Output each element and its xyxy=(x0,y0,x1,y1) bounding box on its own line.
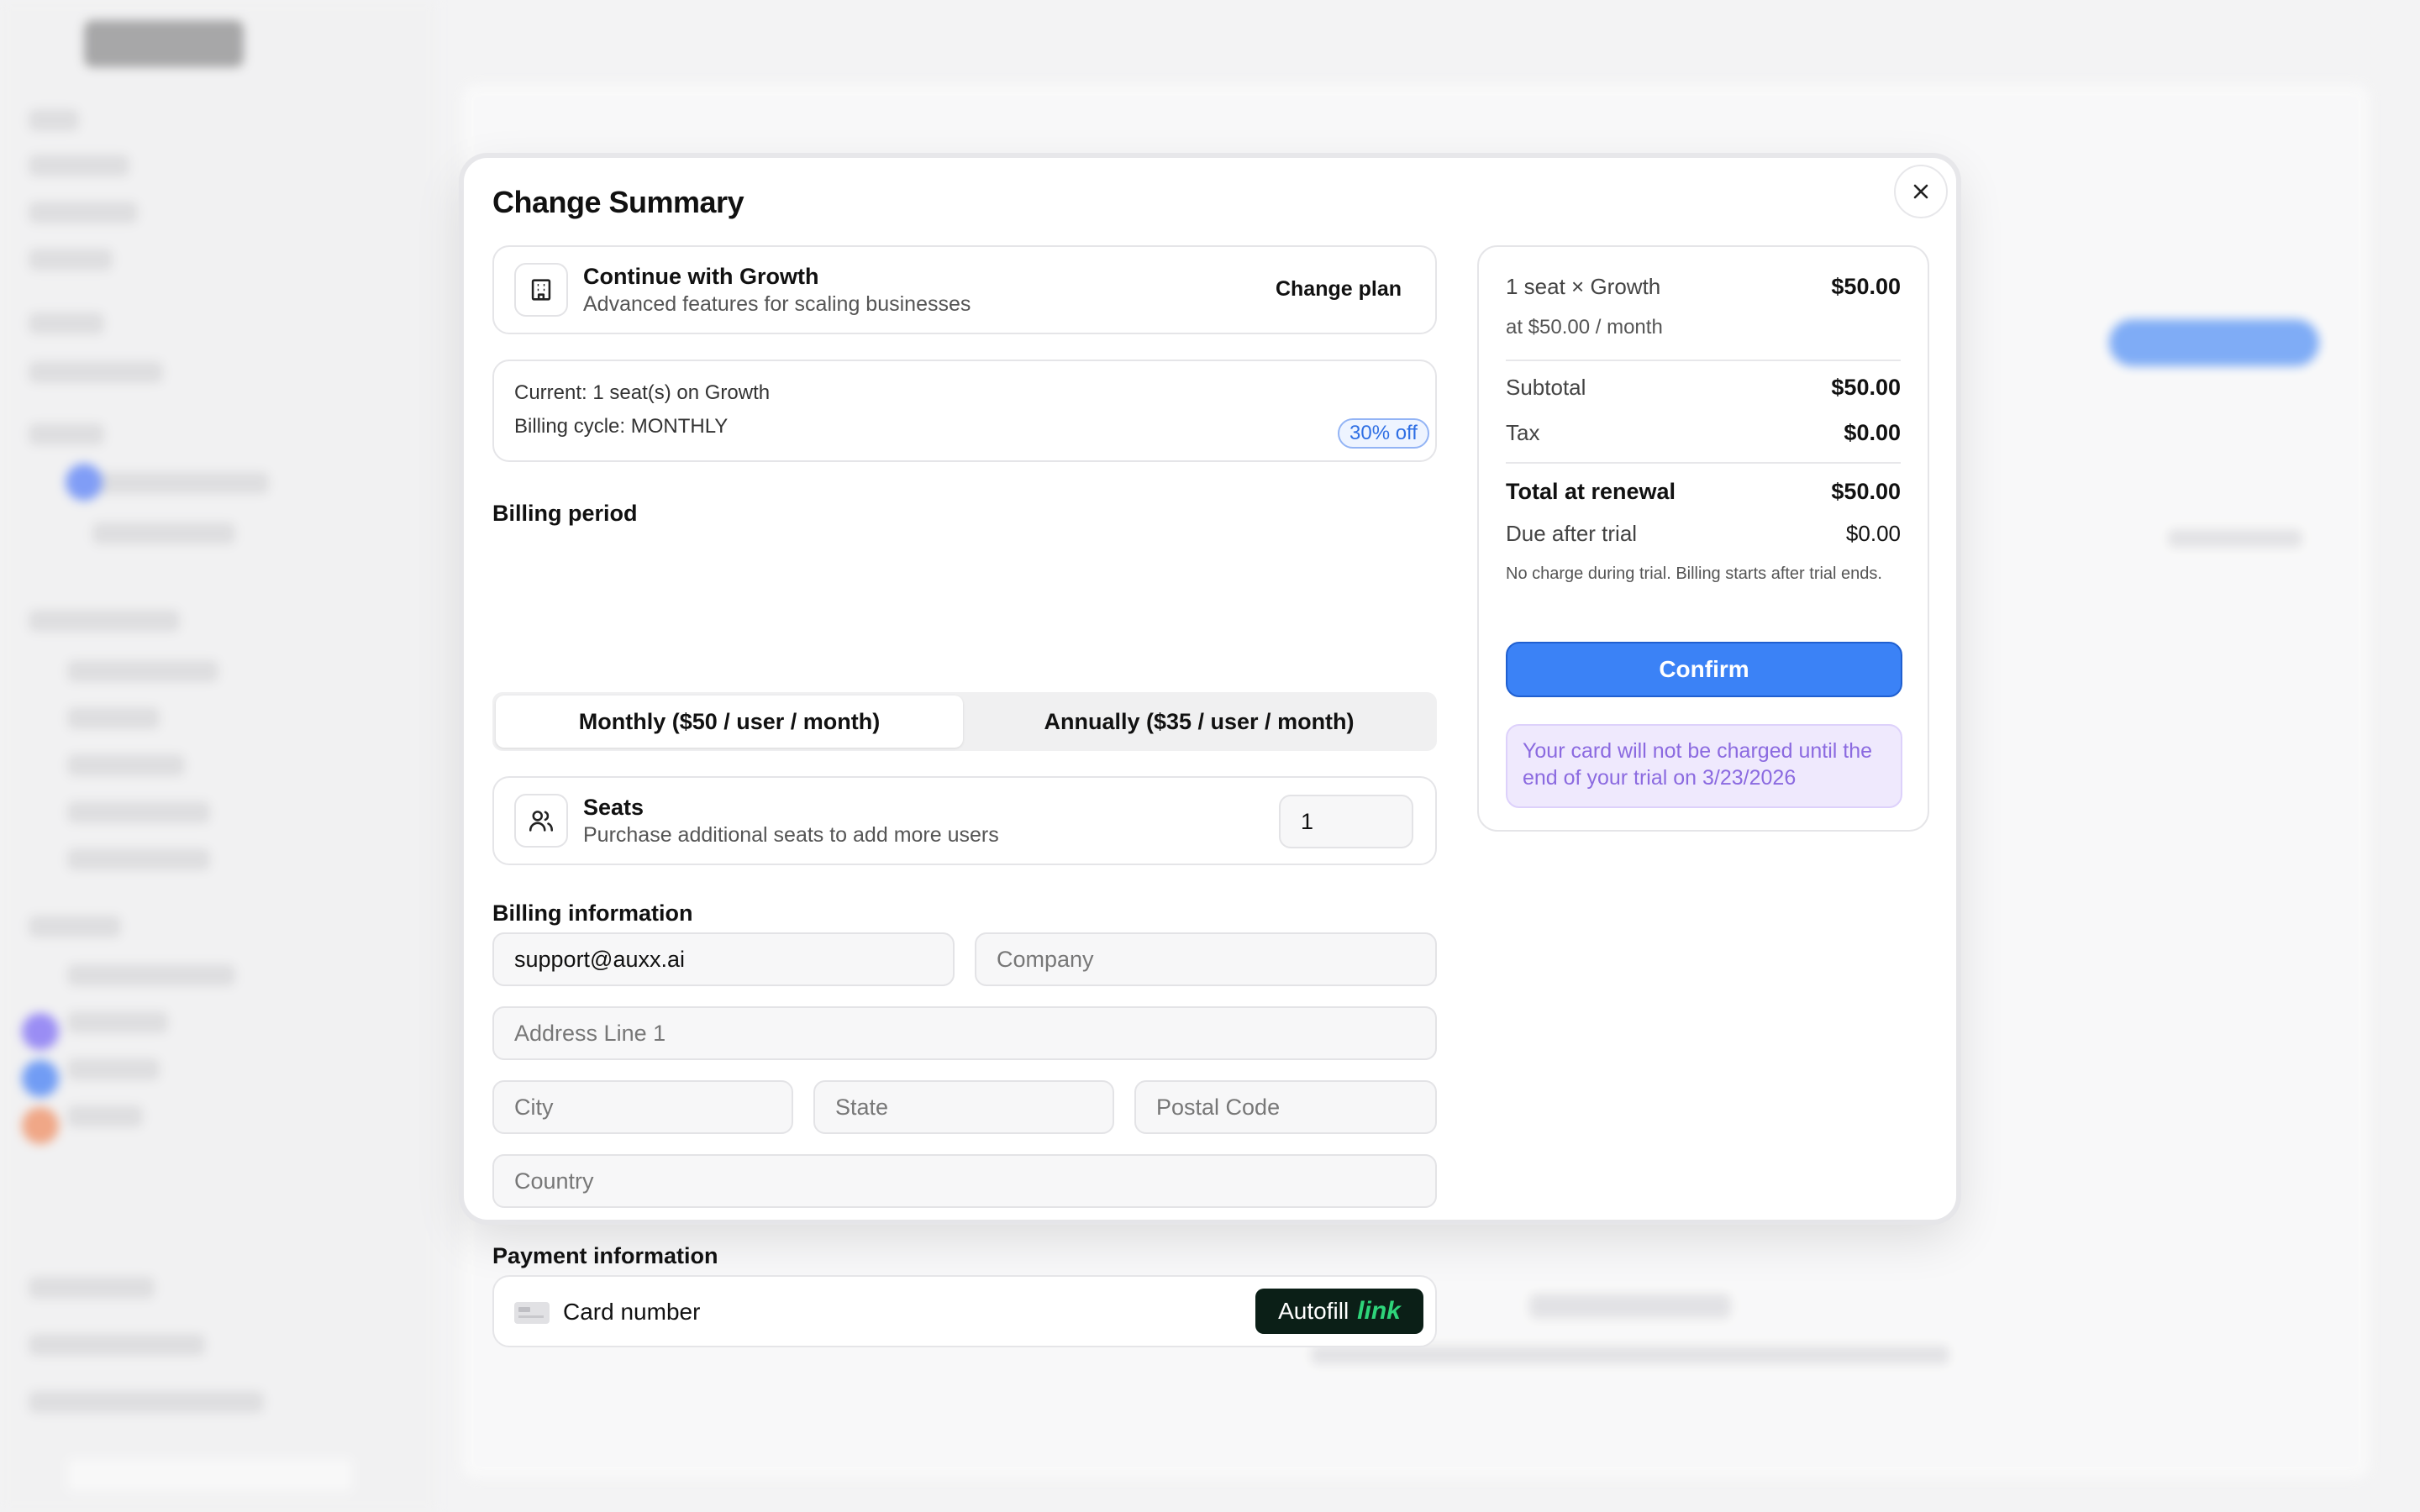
background-row xyxy=(29,1334,205,1356)
address-line1-field[interactable]: Address Line 1 xyxy=(492,1006,1437,1060)
background-row xyxy=(29,249,113,270)
plan-icon-box xyxy=(514,263,568,317)
summary-due: Due after trial $0.00 xyxy=(1506,521,1901,547)
company-field[interactable]: Company xyxy=(975,932,1437,986)
background-row xyxy=(67,1458,353,1492)
background-button xyxy=(2109,319,2319,366)
trial-note: No charge during trial. Billing starts a… xyxy=(1506,564,1882,583)
modal-title: Change Summary xyxy=(492,185,744,219)
background-row xyxy=(29,1277,155,1299)
state-field[interactable]: State xyxy=(813,1080,1114,1134)
background-row xyxy=(29,610,180,632)
background-logo xyxy=(84,20,244,67)
background-row xyxy=(67,1105,143,1127)
seats-title: Seats xyxy=(583,795,644,820)
due-value: $0.00 xyxy=(1845,521,1901,546)
summary-tax: Tax $0.00 xyxy=(1506,420,1901,446)
background-row xyxy=(29,312,104,334)
payment-information-label: Payment information xyxy=(492,1243,718,1268)
summary-total: Total at renewal $50.00 xyxy=(1506,479,1901,505)
rate-label: at $50.00 / month xyxy=(1506,316,1663,339)
link-logo: link xyxy=(1357,1297,1401,1325)
confirm-button[interactable]: Confirm xyxy=(1506,642,1902,697)
postal-code-field[interactable]: Postal Code xyxy=(1134,1080,1437,1134)
billing-option-monthly[interactable]: Monthly ($50 / user / month) xyxy=(496,696,963,748)
users-icon xyxy=(529,811,554,832)
autofill-link-button[interactable]: Autofill link xyxy=(1255,1289,1423,1334)
background-row xyxy=(29,1391,264,1413)
billing-period-label: Billing period xyxy=(492,501,638,526)
country-field[interactable]: Country xyxy=(492,1154,1437,1208)
plan-description: Advanced features for scaling businesses xyxy=(583,292,971,316)
summary-divider xyxy=(1506,360,1901,361)
current-seats: Current: 1 seat(s) on Growth xyxy=(514,381,771,404)
background-avatar xyxy=(22,1107,59,1144)
summary-divider xyxy=(1506,462,1901,464)
background-row xyxy=(67,801,210,823)
change-summary-modal: Change Summary Continue with Growth Adva… xyxy=(464,158,1956,1347)
order-summary: 1 seat × Growth $50.00 at $50.00 / month… xyxy=(1477,245,1929,832)
due-label: Due after trial xyxy=(1506,521,1638,546)
background-avatar xyxy=(22,1013,59,1050)
background-row xyxy=(67,848,210,870)
plan-title: Continue with Growth xyxy=(583,264,819,289)
seats-icon-box xyxy=(514,794,568,848)
autofill-text: Autofill xyxy=(1278,1298,1349,1324)
close-button[interactable] xyxy=(1894,165,1948,218)
billing-option-annually[interactable]: Annually ($35 / user / month) xyxy=(965,696,1434,748)
background-row xyxy=(67,707,160,729)
background-row xyxy=(29,423,104,445)
total-label: Total at renewal xyxy=(1506,479,1676,504)
background-row xyxy=(76,472,269,494)
background-avatar xyxy=(66,464,103,501)
billing-information-label: Billing information xyxy=(492,900,693,926)
plan-card: Continue with Growth Advanced features f… xyxy=(492,245,1437,334)
card-number-field[interactable]: Card number Autofill link xyxy=(492,1275,1437,1347)
background-row xyxy=(29,361,163,383)
summary-rate: at $50.00 / month xyxy=(1506,316,1901,339)
background-text xyxy=(1311,1346,1949,1364)
background-row xyxy=(29,202,138,223)
seats-description: Purchase additional seats to add more us… xyxy=(583,823,999,847)
total-value: $50.00 xyxy=(1831,479,1901,504)
background-sidebar xyxy=(0,0,437,1512)
background-row xyxy=(29,155,129,176)
line-item-value: $50.00 xyxy=(1831,274,1901,299)
card-number-placeholder: Card number xyxy=(563,1299,701,1325)
seats-card: Seats Purchase additional seats to add m… xyxy=(492,776,1437,865)
background-row xyxy=(29,916,121,937)
subtotal-value: $50.00 xyxy=(1831,375,1901,400)
email-field[interactable]: support@auxx.ai xyxy=(492,932,955,986)
current-plan-card: Current: 1 seat(s) on Growth Billing cyc… xyxy=(492,360,1437,462)
building-icon xyxy=(531,279,551,301)
background-text xyxy=(2168,529,2302,548)
background-row xyxy=(67,1011,168,1033)
background-row xyxy=(29,109,79,131)
background-row xyxy=(67,964,235,986)
background-row xyxy=(67,660,218,682)
current-billing-cycle: Billing cycle: MONTHLY xyxy=(514,415,729,438)
background-text xyxy=(1529,1294,1731,1319)
summary-subtotal: Subtotal $50.00 xyxy=(1506,375,1901,401)
close-icon xyxy=(1913,184,1928,199)
tax-label: Tax xyxy=(1506,420,1540,445)
summary-line-item: 1 seat × Growth $50.00 xyxy=(1506,274,1901,300)
change-plan-button[interactable]: Change plan xyxy=(1276,277,1402,302)
line-item-label: 1 seat × Growth xyxy=(1506,274,1661,299)
city-field[interactable]: City xyxy=(492,1080,793,1134)
background-row xyxy=(67,754,185,776)
credit-card-icon xyxy=(514,1302,550,1324)
background-row xyxy=(92,522,235,544)
background-avatar xyxy=(22,1060,59,1097)
billing-period-toggle: Monthly ($50 / user / month) Annually ($… xyxy=(492,692,1437,751)
subtotal-label: Subtotal xyxy=(1506,375,1586,400)
trial-notice: Your card will not be charged until the … xyxy=(1506,724,1902,808)
seats-quantity-input[interactable]: 1 xyxy=(1279,795,1413,848)
discount-badge: 30% off xyxy=(1338,418,1429,449)
tax-value: $0.00 xyxy=(1844,420,1901,445)
background-row xyxy=(67,1058,160,1080)
